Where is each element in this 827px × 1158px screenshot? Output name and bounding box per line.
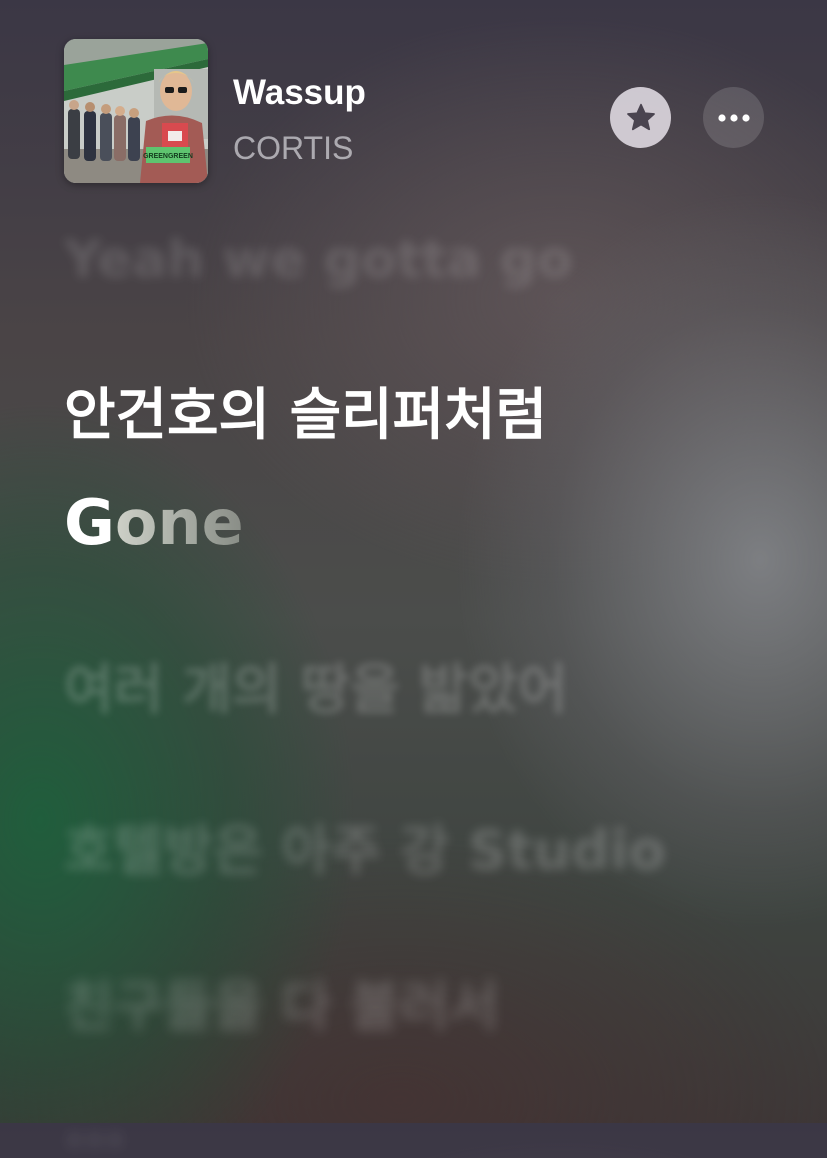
album-art[interactable]: GREENGREEN (64, 39, 208, 183)
now-playing-header: GREENGREEN Wassup CORTIS (64, 39, 764, 183)
track-artist[interactable]: CORTIS (233, 130, 353, 167)
lyric-line-previous[interactable]: Yeah we gotta go (64, 230, 573, 290)
lyric-line-next[interactable]: 호텔방은 아주 강 Studio (64, 806, 666, 885)
lyric-line-next[interactable]: 친구들을 다 불러서 (64, 962, 499, 1041)
lyric-line-active[interactable]: 안건호의 슬리퍼처럼 (64, 370, 547, 451)
lyric-line-next[interactable]: 여러 개의 땅을 밟았어 (64, 645, 568, 724)
album-art-text: GREENGREEN (143, 153, 193, 160)
more-options-button[interactable] (703, 87, 764, 148)
ellipsis-icon (717, 113, 750, 122)
lyric-sung-part: G (64, 486, 115, 559)
lyric-unsung-part: one (114, 486, 244, 559)
star-icon (626, 103, 655, 130)
lyric-line-next[interactable]: ... (64, 1095, 126, 1158)
lyric-line-current[interactable]: Gone (64, 486, 244, 559)
favorite-button[interactable] (610, 87, 671, 148)
track-title[interactable]: Wassup (233, 73, 366, 113)
